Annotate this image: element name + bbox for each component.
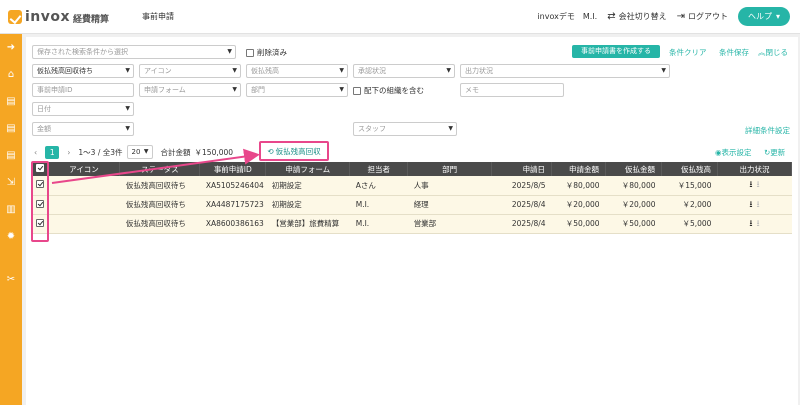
page-title: 事前申請 (142, 12, 174, 21)
logo-subtitle: 経費精算 (73, 14, 110, 25)
help-button[interactable]: ヘルプ ▾ (737, 7, 790, 26)
chevron-down-icon: ▾ (775, 12, 780, 21)
top-header: invox 経費精算 事前申請 invoxデモ M.I. ⇄ 会社切り替え ⇥ ログ… (0, 0, 800, 34)
annotation-arrow (51, 148, 260, 184)
home-icon[interactable]: ⌂ (5, 69, 17, 81)
receipt-icon[interactable]: ▤ (5, 150, 17, 162)
collapse-icon[interactable]: ➜ (5, 42, 17, 54)
people-icon: ⇄ (607, 11, 616, 22)
main-panel: 保存された検索条件から選択 ▼ 削除済み 事前申請書を作成する 条件クリア 条件保… (26, 37, 798, 405)
settings-gear-icon[interactable]: ✹ (5, 231, 17, 243)
help-label: ヘルプ (747, 12, 772, 21)
logout-link[interactable]: ⇥ ログアウト (677, 11, 728, 22)
side-nav: ➜ ⌂ ▤ ▤ ▤ ⇲ ▥ ✹ ✂ (0, 34, 22, 405)
user-name: invoxデモ M.I. (537, 12, 598, 21)
logo-text: invox (25, 8, 71, 25)
logo-mark-icon (8, 9, 22, 24)
report-icon[interactable]: ▤ (5, 123, 17, 135)
logout-icon: ⇥ (676, 11, 685, 22)
export-icon[interactable]: ⇲ (5, 177, 17, 189)
switch-company-label: 会社切り替え (618, 12, 667, 21)
switch-company-link[interactable]: ⇄ 会社切り替え (607, 11, 666, 22)
document-icon[interactable]: ▤ (5, 96, 17, 108)
logout-label: ログアウト (687, 12, 728, 21)
app-logo[interactable]: invox 経費精算 (8, 9, 130, 25)
tools-icon[interactable]: ✂ (5, 274, 17, 286)
analytics-icon[interactable]: ▥ (5, 204, 17, 216)
